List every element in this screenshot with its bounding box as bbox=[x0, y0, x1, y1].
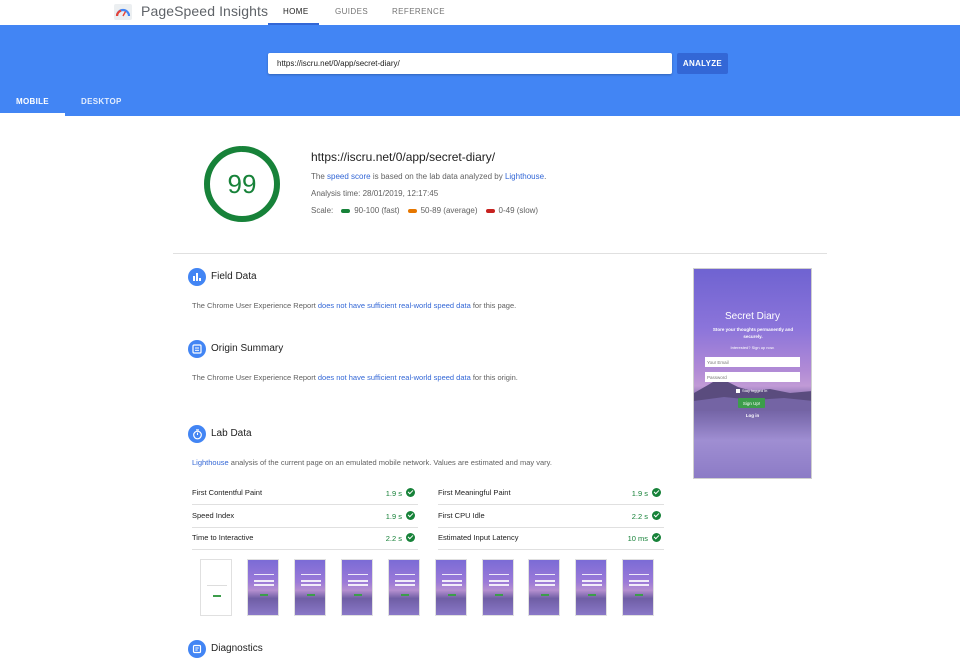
performance-score: 99 bbox=[227, 168, 257, 199]
filmstrip-frame bbox=[575, 559, 607, 616]
metric-value: 1.9 s bbox=[385, 512, 402, 521]
preview-checkbox bbox=[736, 388, 740, 393]
diagnostics-icon bbox=[188, 640, 206, 658]
lab-data-title: Lab Data bbox=[211, 428, 252, 439]
lab-data-text: Lighthouse analysis of the current page … bbox=[192, 458, 552, 467]
lighthouse-link[interactable]: Lighthouse bbox=[505, 172, 544, 181]
origin-summary-title: Origin Summary bbox=[211, 343, 284, 354]
preview-login-link: Log in bbox=[745, 413, 760, 418]
section-divider bbox=[173, 253, 827, 254]
check-icon bbox=[406, 533, 415, 542]
check-icon bbox=[652, 511, 661, 520]
filmstrip-frame bbox=[622, 559, 654, 616]
metric-label: First CPU Idle bbox=[438, 511, 485, 520]
metric-value: 1.9 s bbox=[385, 489, 402, 498]
field-data-text: The Chrome User Experience Report does n… bbox=[192, 301, 516, 310]
preview-subtitle: Store your thoughts permanently and secu… bbox=[712, 327, 794, 339]
metric-row: Speed Index 1.9 s bbox=[192, 506, 418, 528]
metric-row: Time to Interactive 2.2 s bbox=[192, 528, 418, 550]
diagnostics-title: Diagnostics bbox=[211, 643, 263, 654]
origin-summary-text: The Chrome User Experience Report does n… bbox=[192, 373, 518, 382]
analyzed-url: https://iscru.net/0/app/secret-diary/ bbox=[311, 150, 496, 164]
url-entry-banner: ANALYZE MOBILE DESKTOP bbox=[0, 25, 960, 116]
note-text: The bbox=[311, 172, 328, 181]
scale-slow-swatch bbox=[485, 208, 495, 213]
check-icon bbox=[406, 511, 415, 520]
speed-score-link[interactable]: speed score bbox=[327, 172, 371, 181]
preview-password-field bbox=[705, 372, 800, 382]
metric-value: 2.2 s bbox=[631, 512, 648, 521]
pagespeed-gauge-icon[interactable] bbox=[114, 4, 132, 20]
top-navigation-bar: PageSpeed Insights HOME GUIDES REFERENCE bbox=[0, 0, 960, 25]
filmstrip-frame bbox=[435, 559, 467, 616]
scale-fast-label: 90-100 (fast) bbox=[354, 206, 400, 215]
stopwatch-icon bbox=[188, 425, 206, 443]
metric-label: First Meaningful Paint bbox=[438, 488, 511, 497]
metric-label: Time to Interactive bbox=[192, 533, 254, 542]
metric-row: Estimated Input Latency 10 ms bbox=[438, 528, 664, 550]
lighthouse-link[interactable]: Lighthouse bbox=[192, 458, 229, 467]
metric-label: First Contentful Paint bbox=[192, 488, 263, 497]
filmstrip-frame bbox=[528, 559, 560, 616]
active-device-tab-indicator bbox=[0, 113, 65, 116]
insufficient-data-link[interactable]: does not have sufficient real-world spee… bbox=[318, 373, 471, 382]
analyze-button[interactable]: ANALYZE bbox=[677, 53, 728, 74]
preview-signup-button: Sign Up! bbox=[738, 398, 765, 408]
filmstrip-frame bbox=[247, 559, 279, 616]
filmstrip-frame bbox=[482, 559, 514, 616]
metric-value: 10 ms bbox=[627, 534, 648, 543]
origin-summary-text-prefix: The Chrome User Experience Report bbox=[192, 373, 318, 382]
check-icon bbox=[652, 533, 661, 542]
tab-desktop[interactable]: DESKTOP bbox=[81, 97, 122, 106]
filmstrip-frame bbox=[294, 559, 326, 616]
lab-data-text-suffix: analysis of the current page on an emula… bbox=[228, 458, 552, 467]
app-title[interactable]: PageSpeed Insights bbox=[141, 3, 268, 19]
filmstrip-frame bbox=[388, 559, 420, 616]
metric-row: First Contentful Paint 1.9 s bbox=[192, 483, 418, 505]
scale-fast-swatch bbox=[341, 208, 351, 213]
preview-stay-label: Stay logged in bbox=[742, 388, 768, 393]
metric-row: First Meaningful Paint 1.9 s bbox=[438, 483, 664, 505]
metric-label: Estimated Input Latency bbox=[438, 533, 519, 542]
check-icon bbox=[652, 488, 661, 497]
page-screenshot-preview: Secret Diary Store your thoughts permane… bbox=[693, 268, 812, 479]
speed-score-note: The speed score is based on the lab data… bbox=[311, 172, 546, 181]
filmstrip-frame bbox=[200, 559, 232, 616]
scale-label: Scale: bbox=[311, 206, 334, 215]
summary-icon bbox=[188, 340, 206, 358]
preview-email-field bbox=[705, 357, 800, 367]
field-data-text-prefix: The Chrome User Experience Report bbox=[192, 301, 318, 310]
analysis-time: Analysis time: 28/01/2019, 12:17:45 bbox=[311, 189, 439, 198]
nav-tab-guides[interactable]: GUIDES bbox=[335, 7, 368, 16]
nav-tab-home[interactable]: HOME bbox=[283, 7, 309, 16]
scale-slow-label: 0-49 (slow) bbox=[498, 206, 539, 215]
note-text: . bbox=[544, 172, 547, 181]
metric-value: 1.9 s bbox=[631, 489, 648, 498]
nav-tab-reference[interactable]: REFERENCE bbox=[392, 7, 445, 16]
metric-value: 2.2 s bbox=[385, 534, 402, 543]
url-input[interactable] bbox=[268, 53, 672, 74]
insufficient-data-link[interactable]: does not have sufficient real-world spee… bbox=[318, 301, 471, 310]
preview-title: Secret Diary bbox=[724, 311, 780, 322]
origin-summary-text-suffix: for this origin. bbox=[470, 373, 518, 382]
score-scale: Scale: 90-100 (fast) 50-89 (average) 0-4… bbox=[311, 206, 538, 215]
scale-average-label: 50-89 (average) bbox=[420, 206, 478, 215]
filmstrip-frame bbox=[341, 559, 373, 616]
field-data-text-suffix: for this page. bbox=[470, 301, 517, 310]
preview-signup-link: Interested? Sign up now. bbox=[730, 345, 775, 350]
field-data-title: Field Data bbox=[211, 271, 257, 282]
metric-label: Speed Index bbox=[192, 511, 235, 520]
scale-average-swatch bbox=[407, 208, 417, 213]
check-icon bbox=[406, 488, 415, 497]
bar-chart-icon bbox=[188, 268, 206, 286]
metric-row: First CPU Idle 2.2 s bbox=[438, 506, 664, 528]
tab-mobile[interactable]: MOBILE bbox=[16, 97, 49, 106]
note-text: is based on the lab data analyzed by bbox=[370, 172, 505, 181]
preview-stay-logged-in: Stay logged in bbox=[736, 388, 767, 393]
